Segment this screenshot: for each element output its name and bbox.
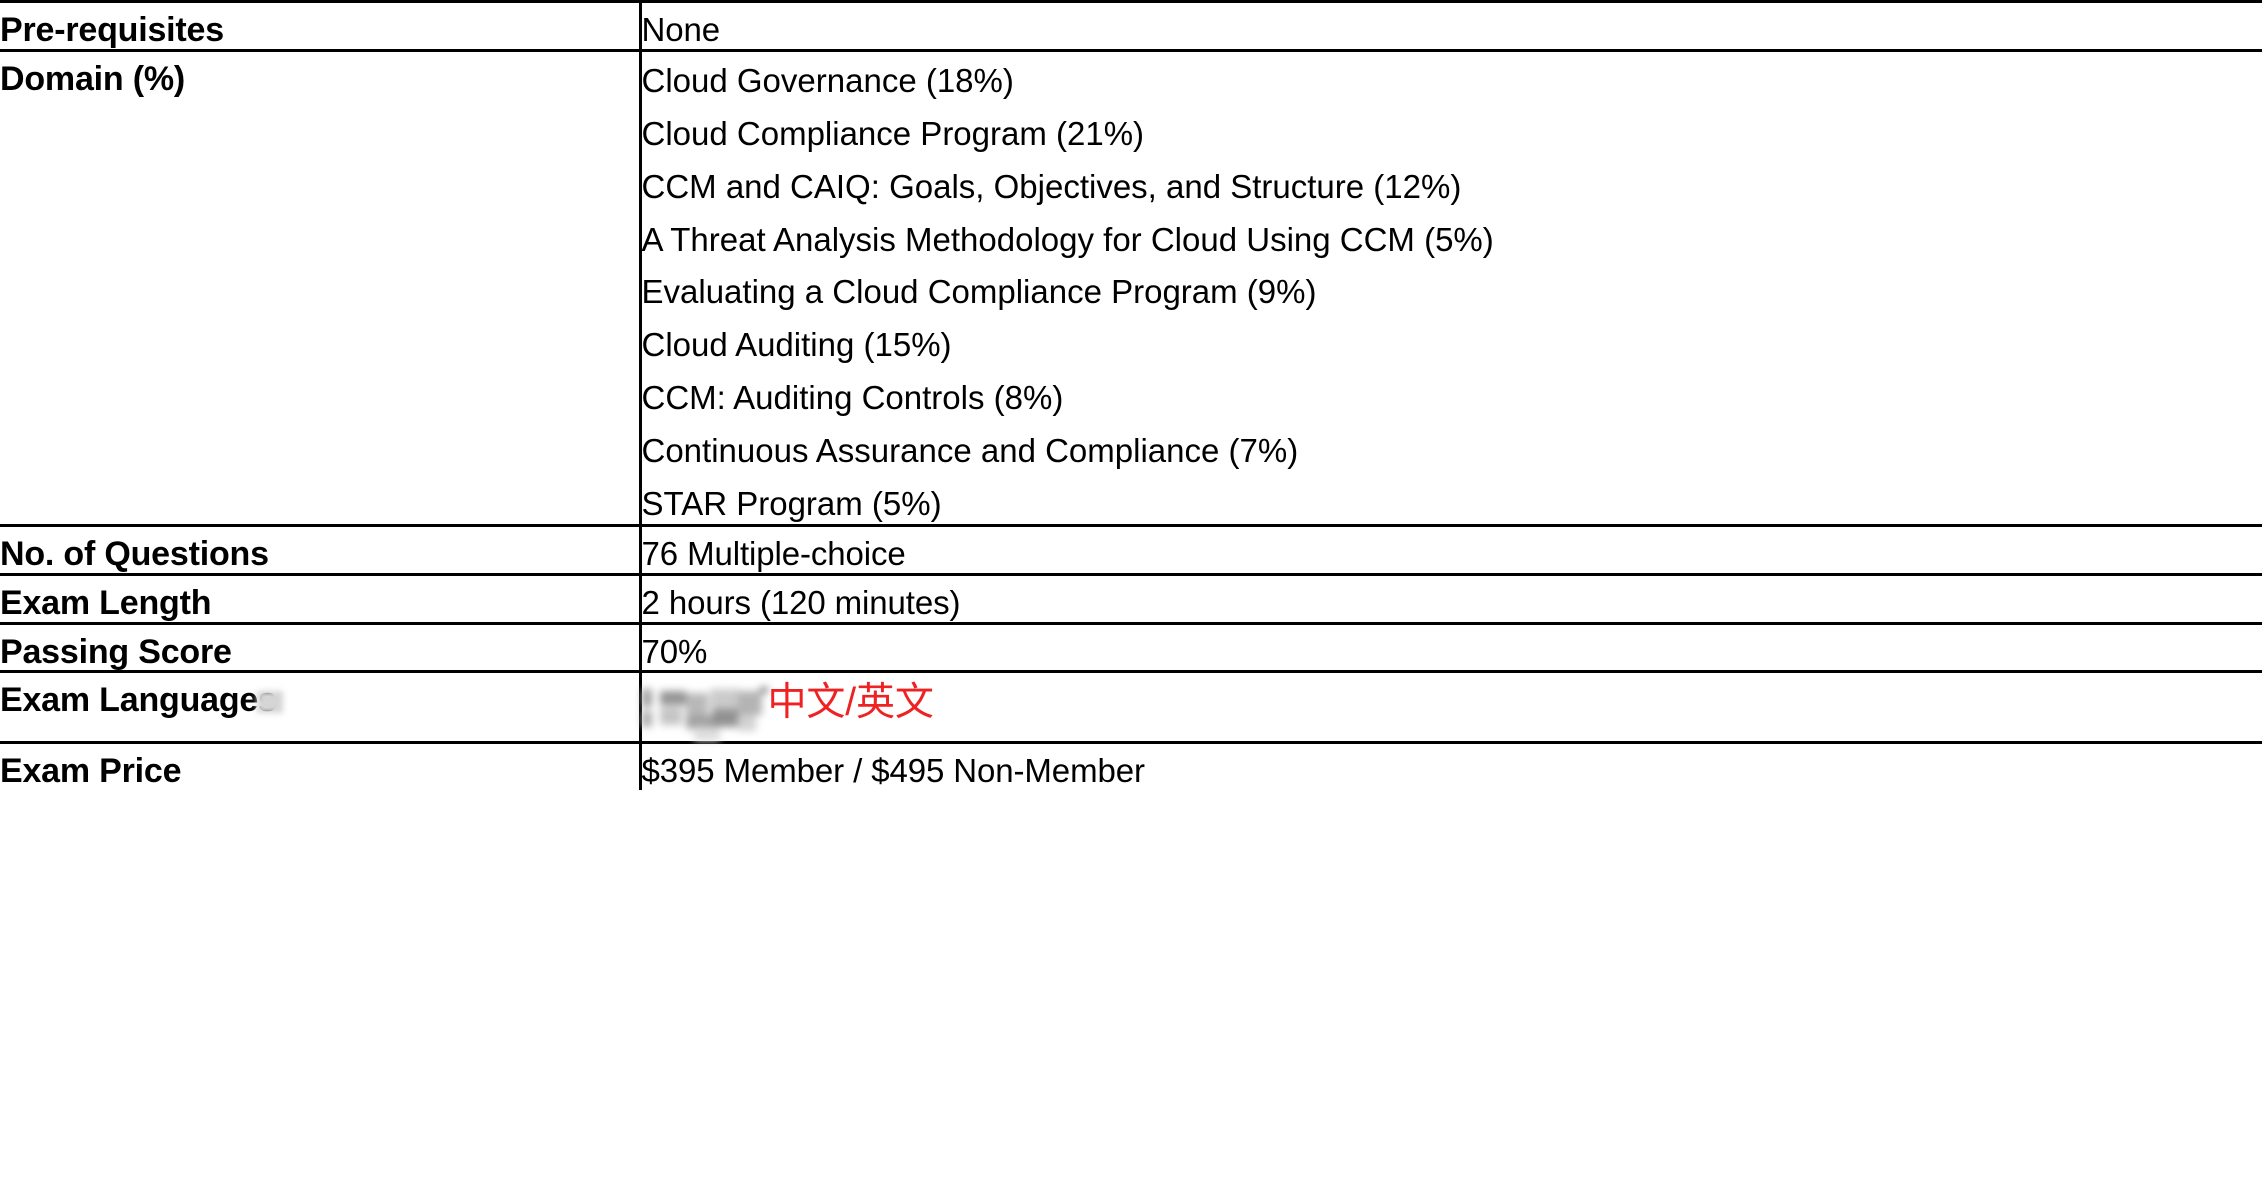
row-value-cell: 70% <box>640 621 2262 672</box>
exam-spec-table-document: Pre-requisites None Domain (%) Cloud Gov… <box>0 0 2262 1196</box>
list-item: STAR Program (5%) <box>641 485 942 523</box>
row-label-exam-languages: Exam Languages <box>0 681 639 720</box>
list-item: Continuous Assurance and Compliance (7%) <box>641 432 1299 470</box>
row-value-cell: None <box>640 0 2262 51</box>
list-item: Cloud Compliance Program (21%) <box>641 114 1145 152</box>
row-label-exam-price: Exam Price <box>0 752 182 791</box>
row-label-cell: Passing Score <box>0 621 642 672</box>
table-row-pre-requisites: Pre-requisites None <box>0 0 2262 51</box>
row-value-cell: Cloud Governance (18%) Cloud Compliance … <box>640 48 2262 526</box>
row-label-passing-score: Passing Score <box>0 632 232 671</box>
row-label-exam-languages-text: Exam Languages <box>0 681 277 720</box>
row-label-exam-length: Exam Length <box>0 583 212 622</box>
row-label-cell: Pre-requisites <box>0 0 642 51</box>
table-row-passing-score: Passing Score 70% <box>0 621 2262 672</box>
row-value-passing-score: 70% <box>641 632 708 670</box>
row-value-exam-price: $395 Member / $495 Non-Member <box>641 752 1145 790</box>
table-row-exam-length: Exam Length 2 hours (120 minutes) <box>0 572 2262 623</box>
row-value-cell: 中文/英文 <box>640 670 2262 743</box>
domain-percentage-list: Cloud Governance (18%) Cloud Compliance … <box>642 62 2262 524</box>
list-item: A Threat Analysis Methodology for Cloud … <box>641 220 1494 258</box>
row-value-pre-requisites: None <box>641 11 721 48</box>
exam-languages-value: 中文/英文 <box>641 681 2262 742</box>
row-value-no-of-questions: 76 Multiple-choice <box>641 535 906 573</box>
row-label-cell: No. of Questions <box>0 524 642 575</box>
list-item: Cloud Auditing (15%) <box>641 326 952 364</box>
list-item: Cloud Governance (18%) <box>641 61 1014 99</box>
table-row-exam-languages: Exam Languages 中文/英文 <box>0 670 2262 743</box>
table-row-domain: Domain (%) Cloud Governance (18%) Cloud … <box>0 48 2262 526</box>
table-row-no-of-questions: No. of Questions 76 Multiple-choice <box>0 524 2262 575</box>
row-value-cell: $395 Member / $495 Non-Member <box>640 741 2262 790</box>
list-item: Evaluating a Cloud Compliance Program (9… <box>641 273 1317 311</box>
row-label-cell: Exam Length <box>0 572 642 623</box>
row-label-cell: Exam Languages <box>0 670 642 743</box>
row-label-pre-requisites: Pre-requisites <box>0 11 224 49</box>
row-label-cell: Exam Price <box>0 741 642 791</box>
redaction-blur-overlay <box>641 685 782 742</box>
exam-languages-cjk-annotation: 中文/英文 <box>767 681 934 725</box>
exam-specification-table: Pre-requisites None Domain (%) Cloud Gov… <box>0 0 2262 790</box>
table-row-exam-price: Exam Price $395 Member / $495 Non-Member <box>0 741 2262 791</box>
row-label-cell: Domain (%) <box>0 48 642 526</box>
row-value-exam-length: 2 hours (120 minutes) <box>641 583 961 621</box>
row-value-cell: 2 hours (120 minutes) <box>640 572 2262 623</box>
list-item: CCM and CAIQ: Goals, Objectives, and Str… <box>641 167 1462 205</box>
list-item: CCM: Auditing Controls (8%) <box>641 379 1064 417</box>
row-label-no-of-questions: No. of Questions <box>0 535 269 574</box>
row-label-domain: Domain (%) <box>0 59 186 98</box>
row-value-cell: 76 Multiple-choice <box>640 524 2262 575</box>
